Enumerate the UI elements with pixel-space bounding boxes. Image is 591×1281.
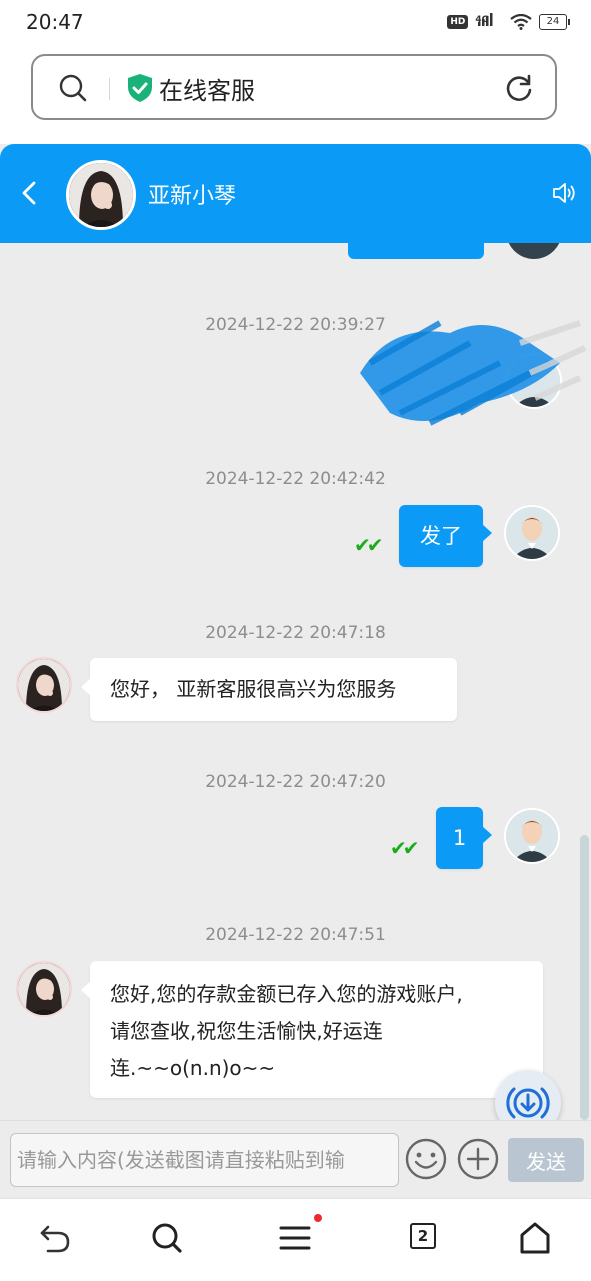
secure-shield-icon bbox=[128, 74, 152, 102]
redaction-scribble bbox=[360, 320, 587, 426]
home-icon[interactable] bbox=[518, 1221, 552, 1255]
read-ticks: ✔✔ bbox=[354, 533, 383, 557]
back-arrow-icon[interactable] bbox=[18, 180, 42, 206]
incoming-message-bubble[interactable]: 您好,您的存款金额已存入您的游戏账户, 请您查收,祝您生活愉快,好运连 连.~~… bbox=[81, 961, 543, 1098]
menu-icon[interactable] bbox=[278, 1221, 312, 1255]
tabs-count-button[interactable]: 2 bbox=[410, 1223, 436, 1249]
user-avatar bbox=[504, 505, 560, 561]
status-bar: 20:47 HD 4G 24 bbox=[0, 0, 591, 44]
scrollbar[interactable] bbox=[580, 835, 589, 1120]
message-text-line: 请您查收,祝您生活愉快,好运连 bbox=[110, 1019, 383, 1043]
partial-message-bubble bbox=[348, 243, 484, 259]
message-text-line: 连.~~o(n.n)o~~ bbox=[110, 1056, 276, 1080]
user-avatar bbox=[504, 808, 560, 864]
signal-icon: 4G bbox=[475, 12, 493, 31]
reload-icon[interactable] bbox=[505, 74, 533, 102]
agent-avatar[interactable] bbox=[66, 160, 136, 230]
outgoing-message-bubble[interactable]: 发了 bbox=[399, 505, 492, 567]
browser-toolbar: 在线客服 bbox=[0, 44, 591, 144]
browser-bottom-nav: 2 bbox=[0, 1198, 591, 1281]
search-icon[interactable] bbox=[59, 74, 87, 102]
chat-header: 亚新小琴 bbox=[0, 144, 591, 243]
hd-icon: HD bbox=[447, 14, 469, 29]
search-icon[interactable] bbox=[150, 1221, 184, 1255]
plus-icon[interactable] bbox=[456, 1137, 500, 1181]
message-input[interactable] bbox=[10, 1133, 399, 1187]
message-list[interactable]: 2024-12-22 20:39:27 2024-12-22 20:42:42 … bbox=[0, 243, 591, 1120]
outgoing-message-bubble[interactable]: 1 bbox=[436, 807, 492, 869]
message-timestamp: 2024-12-22 20:47:18 bbox=[205, 623, 386, 643]
agent-avatar bbox=[16, 657, 72, 713]
message-text-line: 您好,您的存款金额已存入您的游戏账户, bbox=[110, 982, 463, 1006]
speaker-icon[interactable] bbox=[551, 180, 577, 206]
message-timestamp: 2024-12-22 20:42:42 bbox=[205, 469, 386, 489]
agent-avatar bbox=[16, 961, 72, 1017]
send-button[interactable]: 发送 bbox=[508, 1138, 584, 1182]
message-text: 1 bbox=[452, 826, 467, 850]
composer: 发送 bbox=[0, 1120, 591, 1199]
incoming-message-bubble[interactable]: 您好， 亚新客服很高兴为您服务 bbox=[81, 658, 457, 721]
address-divider bbox=[109, 78, 110, 100]
status-icons: HD 4G 24 bbox=[447, 12, 570, 31]
back-icon[interactable] bbox=[38, 1221, 72, 1255]
battery-icon: 24 bbox=[539, 13, 570, 30]
notification-dot bbox=[314, 1214, 322, 1222]
read-ticks: ✔✔ bbox=[390, 836, 419, 860]
address-bar[interactable]: 在线客服 bbox=[31, 54, 557, 120]
message-timestamp: 2024-12-22 20:47:20 bbox=[205, 772, 386, 792]
message-text: 发了 bbox=[420, 524, 462, 548]
emoji-icon[interactable] bbox=[404, 1137, 448, 1181]
message-timestamp: 2024-12-22 20:47:51 bbox=[205, 925, 386, 945]
wifi-icon bbox=[510, 13, 532, 30]
status-time: 20:47 bbox=[26, 10, 84, 34]
message-text: 您好， 亚新客服很高兴为您服务 bbox=[110, 677, 397, 701]
partial-user-avatar bbox=[506, 243, 562, 259]
agent-name: 亚新小琴 bbox=[148, 184, 237, 209]
page-title: 在线客服 bbox=[159, 77, 255, 105]
